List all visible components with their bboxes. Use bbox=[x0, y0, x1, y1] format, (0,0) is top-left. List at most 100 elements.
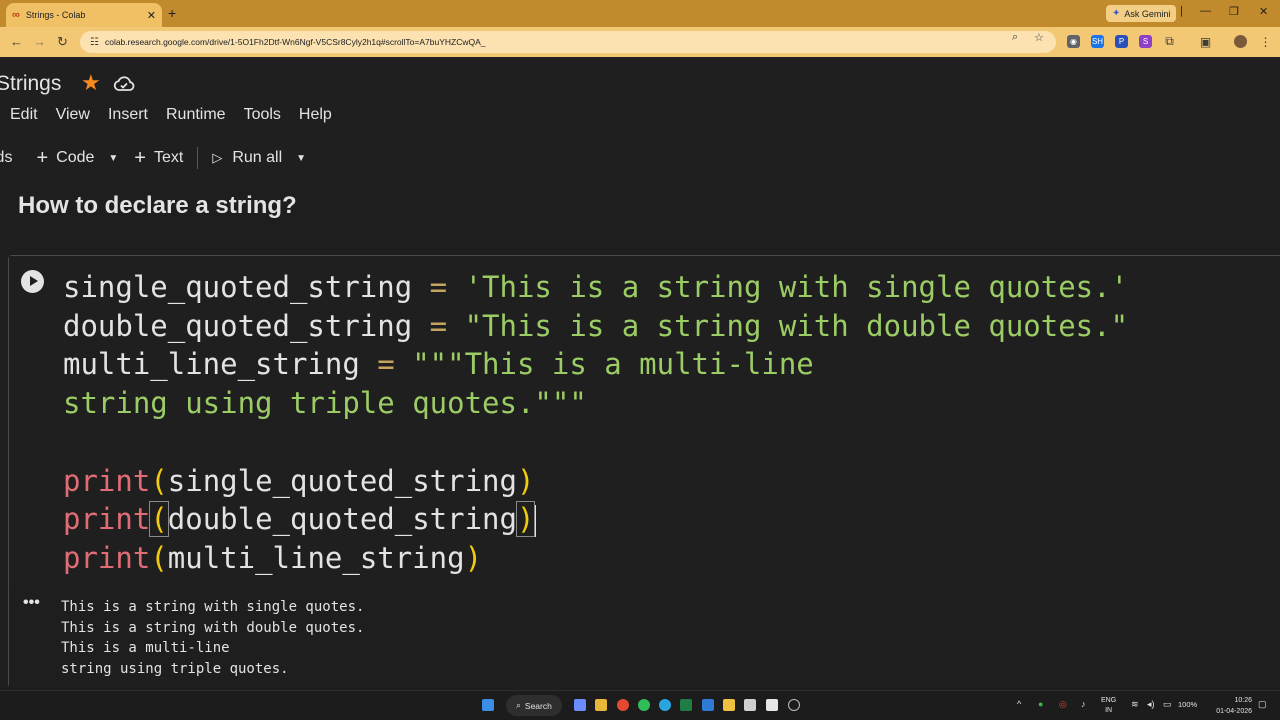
run-cell-button[interactable] bbox=[21, 270, 44, 293]
code-token: = bbox=[412, 309, 465, 343]
section-heading: How to declare a string? bbox=[18, 192, 297, 219]
site-info-icon[interactable]: ☷ bbox=[90, 37, 99, 48]
extension-s-icon[interactable]: S bbox=[1139, 35, 1152, 48]
wifi-icon[interactable]: ≋ bbox=[1131, 699, 1139, 710]
system-clock[interactable]: 10:26 01-04-2026 bbox=[1206, 695, 1252, 717]
code-token: print bbox=[63, 464, 151, 498]
bookmark-star-icon[interactable]: ☆ bbox=[1034, 31, 1044, 44]
microphone-icon[interactable]: ♪ bbox=[1081, 699, 1086, 709]
notebook-toolbar: ids + Code ▼ + Text ▷ Run all ▼ bbox=[0, 145, 322, 171]
extension-p-icon[interactable]: P bbox=[1115, 35, 1128, 48]
code-cell[interactable]: single_quoted_string = 'This is a string… bbox=[8, 255, 1280, 688]
whatsapp-icon[interactable] bbox=[638, 699, 650, 711]
code-token: single_quoted_string bbox=[167, 464, 517, 498]
output-text: This is a string with single quotes. Thi… bbox=[61, 599, 365, 677]
chevron-down-icon[interactable]: ▼ bbox=[108, 153, 118, 164]
minimize-icon[interactable]: — bbox=[1200, 5, 1211, 17]
taskbar-search-label: Search bbox=[524, 700, 552, 711]
code-line-2: double_quoted_string = "This is a string… bbox=[63, 307, 1128, 346]
language-indicator[interactable]: ENG IN bbox=[1101, 696, 1116, 716]
star-icon[interactable]: ★ bbox=[81, 70, 101, 96]
clock-time: 10:26 bbox=[1234, 697, 1252, 704]
new-tab-button[interactable]: + bbox=[168, 5, 176, 21]
code-token: = bbox=[412, 270, 465, 304]
code-line-8: print(multi_line_string) bbox=[63, 539, 482, 578]
menu-help[interactable]: Help bbox=[299, 106, 332, 124]
code-line-6: print(single_quoted_string) bbox=[63, 462, 534, 501]
taskbar-search[interactable]: ⌕ Search bbox=[506, 695, 562, 716]
code-token: ( bbox=[150, 464, 168, 498]
vscode-icon[interactable] bbox=[702, 699, 714, 711]
add-text-button[interactable]: + Text bbox=[134, 147, 183, 170]
back-icon[interactable]: ← bbox=[10, 34, 23, 49]
excel-icon[interactable] bbox=[680, 699, 692, 711]
sticky-notes-icon[interactable] bbox=[723, 699, 735, 711]
run-all-button[interactable]: ▷ Run all bbox=[212, 149, 282, 167]
copilot-icon[interactable] bbox=[574, 699, 586, 711]
extensions-puzzle-icon[interactable]: ⧉ bbox=[1163, 34, 1176, 48]
code-token: print bbox=[63, 502, 151, 536]
telegram-icon[interactable] bbox=[659, 699, 671, 711]
code-token: double_quoted_string bbox=[63, 309, 413, 343]
file-explorer-icon[interactable] bbox=[595, 699, 607, 711]
settings-gear-icon[interactable] bbox=[788, 699, 800, 711]
menu-bar: Edit View Insert Runtime Tools Help bbox=[0, 106, 340, 124]
code-token: 'This is a string with single quotes.' bbox=[464, 270, 1129, 304]
run-all-label: Run all bbox=[232, 149, 283, 166]
tray-app-icon[interactable]: ● bbox=[1038, 699, 1043, 709]
battery-icon[interactable]: ▭ bbox=[1163, 699, 1172, 710]
notebook-title[interactable]: Strings bbox=[0, 72, 61, 96]
commands-button[interactable]: ids bbox=[0, 149, 12, 167]
zoom-icon[interactable]: ⌕ bbox=[1012, 31, 1018, 44]
code-line-3: multi_line_string = """This is a multi-l… bbox=[63, 345, 814, 384]
browser-tab-strip: ∞ Strings - Colab ✕ + ✦ Ask Gemini | — ❐… bbox=[0, 0, 1280, 27]
notebook-area: How to declare a string? single_quoted_s… bbox=[0, 180, 1280, 690]
url-field[interactable]: ☷ colab.research.google.com/drive/1-5O1F… bbox=[80, 31, 1056, 53]
forward-icon[interactable]: → bbox=[33, 34, 46, 49]
camera-extension-icon[interactable]: ◉ bbox=[1067, 35, 1080, 48]
battery-percent: 100% bbox=[1178, 700, 1198, 709]
maximize-icon[interactable]: ❐ bbox=[1229, 5, 1239, 18]
cell-output: ••• This is a string with single quotes.… bbox=[9, 588, 1280, 688]
volume-icon[interactable]: ◂) bbox=[1147, 699, 1155, 710]
tray-chevron-up-icon[interactable]: ^ bbox=[1017, 699, 1021, 709]
code-token: double_quoted_string bbox=[167, 502, 517, 536]
plus-icon: + bbox=[134, 146, 146, 169]
chevron-down-icon[interactable]: ▼ bbox=[296, 153, 306, 164]
menu-view[interactable]: View bbox=[56, 106, 90, 124]
menu-runtime[interactable]: Runtime bbox=[166, 106, 226, 124]
ask-gemini-button[interactable]: ✦ Ask Gemini bbox=[1106, 5, 1177, 22]
browser-tab[interactable]: ∞ Strings - Colab ✕ bbox=[6, 3, 162, 27]
clock-date: 01-04-2026 bbox=[1216, 708, 1252, 715]
notification-bell-icon[interactable]: ▢ bbox=[1258, 699, 1267, 710]
menu-edit[interactable]: Edit bbox=[10, 106, 38, 124]
add-code-button[interactable]: + Code bbox=[36, 147, 94, 170]
tab-close-icon[interactable]: ✕ bbox=[147, 9, 156, 22]
code-line-7: print(double_quoted_string) bbox=[63, 500, 537, 539]
code-editor[interactable]: single_quoted_string = 'This is a string… bbox=[9, 256, 1280, 588]
code-token: string using triple quotes.""" bbox=[63, 386, 587, 420]
code-line-1: single_quoted_string = 'This is a string… bbox=[63, 268, 1128, 307]
code-token: "This is a string with double quotes." bbox=[464, 309, 1129, 343]
extension-sh-icon[interactable]: SH bbox=[1091, 35, 1104, 48]
tray-app-icon[interactable]: ◎ bbox=[1059, 699, 1067, 710]
windows-start-icon[interactable] bbox=[482, 699, 494, 711]
code-token: """This is a multi-line bbox=[412, 347, 814, 381]
code-token: = bbox=[359, 347, 413, 381]
chrome-icon[interactable] bbox=[617, 699, 629, 711]
code-token: ( bbox=[150, 541, 168, 575]
menu-insert[interactable]: Insert bbox=[108, 106, 148, 124]
cloud-saved-icon[interactable] bbox=[112, 72, 136, 96]
paint-icon[interactable] bbox=[766, 699, 778, 711]
window-close-icon[interactable]: ✕ bbox=[1259, 5, 1268, 18]
ask-gemini-label: Ask Gemini bbox=[1124, 8, 1171, 19]
reload-icon[interactable]: ↻ bbox=[57, 34, 68, 50]
menu-tools[interactable]: Tools bbox=[244, 106, 281, 124]
output-actions-icon[interactable]: ••• bbox=[23, 594, 40, 612]
browser-menu-icon[interactable]: ⋮ bbox=[1259, 35, 1272, 49]
side-panel-icon[interactable]: ▣ bbox=[1199, 35, 1212, 49]
colab-favicon-icon: ∞ bbox=[12, 9, 20, 21]
profile-avatar[interactable] bbox=[1234, 35, 1247, 48]
app-grid-icon[interactable] bbox=[744, 699, 756, 711]
divider-icon: | bbox=[1180, 5, 1183, 17]
